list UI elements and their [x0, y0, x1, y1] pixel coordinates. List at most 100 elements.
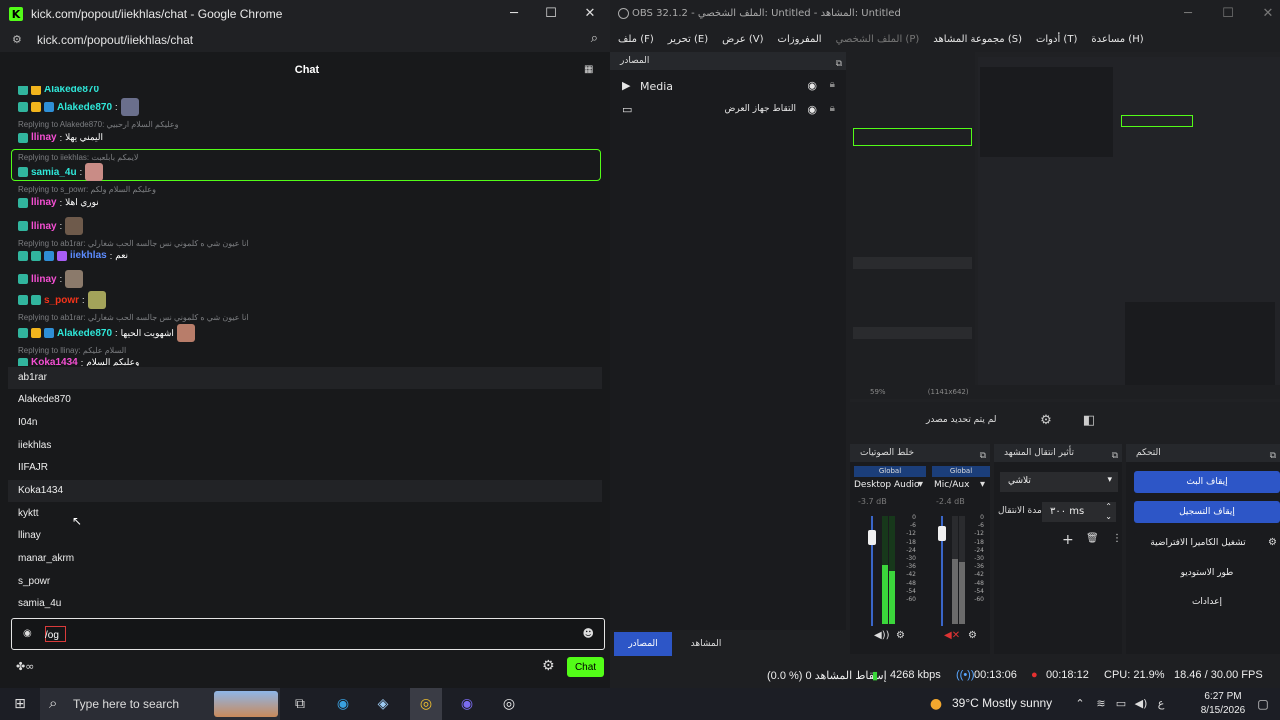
language-indicator[interactable]: ع	[1150, 694, 1172, 714]
obs-icon[interactable]: ◎	[498, 694, 520, 714]
suggestion-item[interactable]: I04n	[8, 412, 602, 434]
tab-sources[interactable]: المصادر	[614, 632, 672, 656]
source-filters-icon[interactable]: ◧	[1078, 411, 1100, 431]
stop-recording-button[interactable]: إيقاف التسجيل	[1134, 501, 1280, 523]
username[interactable]: llinay	[31, 132, 57, 143]
menu-view[interactable]: عرض (V)	[722, 34, 763, 45]
taskbar-search[interactable]: ⌕ Type here to search	[40, 688, 280, 720]
username[interactable]: llinay	[31, 221, 57, 232]
eye-icon[interactable]: ◉	[807, 79, 817, 92]
suggestion-item[interactable]: s_powr	[8, 571, 602, 593]
maximize-icon[interactable]: ☐	[1218, 4, 1238, 24]
url-text[interactable]: kick.com/popout/iiekhlas/chat	[37, 33, 193, 47]
more-options-icon[interactable]: ⋮	[1112, 533, 1122, 544]
username[interactable]: Koka1434	[31, 357, 78, 366]
settings-gear-icon[interactable]: ⚙	[542, 658, 555, 674]
source-settings-gear-icon[interactable]: ⚙	[1035, 411, 1057, 431]
suggestion-item[interactable]: samia_4u	[8, 593, 602, 615]
source-item-media[interactable]: ▶ Media ◉ 🔒︎	[610, 74, 846, 98]
minimize-icon[interactable]: ─	[1178, 4, 1198, 24]
send-chat-button[interactable]: Chat	[567, 657, 604, 677]
menu-help[interactable]: مساعدة (H)	[1091, 34, 1143, 45]
close-icon[interactable]: ✕	[1258, 4, 1278, 24]
wifi-icon[interactable]: ≋	[1090, 694, 1112, 714]
chrome-icon[interactable]: ◎	[415, 694, 437, 714]
undock-icon[interactable]: ⧉	[980, 447, 986, 465]
username[interactable]: iiekhlas	[70, 250, 107, 261]
channel-mic-aux[interactable]: Mic/Aux	[934, 480, 969, 490]
volume-icon[interactable]: ◀)	[1130, 694, 1152, 714]
suggestion-item[interactable]: IIFAJR	[8, 457, 602, 479]
menu-file[interactable]: ملف (F)	[618, 34, 654, 45]
source-item-display-capture[interactable]: ▭ التقاط جهاز العرض ◉ 🔒︎	[610, 98, 846, 122]
studio-mode-button[interactable]: طور الاستوديو	[1134, 562, 1280, 584]
username[interactable]: samia_4u	[31, 167, 77, 178]
username[interactable]: Alakede870	[44, 86, 99, 95]
suggestion-item[interactable]: Alakede870	[8, 389, 602, 411]
username[interactable]: llinay	[31, 274, 57, 285]
username[interactable]: Alakede870	[57, 328, 112, 339]
close-icon[interactable]: ✕	[580, 4, 600, 24]
chevron-down-icon: ▾	[1107, 475, 1112, 485]
add-transition-icon[interactable]: +	[1062, 532, 1074, 548]
chat-menu-icon[interactable]: ▦	[584, 64, 595, 75]
channel-desktop-audio[interactable]: Desktop Audio	[854, 480, 920, 490]
username[interactable]: s_powr	[44, 295, 79, 306]
username[interactable]: Alakede870	[57, 102, 112, 113]
chat-input[interactable]	[45, 626, 565, 644]
suggestion-item[interactable]: Koka1434	[8, 480, 602, 502]
windows-start-icon[interactable]: ⊞	[9, 694, 31, 714]
chevron-down-icon[interactable]: ▾	[980, 479, 985, 490]
eye-icon[interactable]: ◉	[807, 103, 817, 116]
suggestion-item[interactable]: iiekhlas	[8, 435, 602, 457]
menu-tools[interactable]: أدوات (T)	[1036, 34, 1077, 45]
chat-input-box[interactable]: ◉ ☻	[11, 618, 605, 650]
duration-spinbox[interactable]: ٣٠٠ ms ⌃ ⌄	[1042, 502, 1116, 522]
spin-arrows-icon[interactable]: ⌃ ⌄	[1105, 502, 1112, 522]
username[interactable]: llinay	[31, 197, 57, 208]
site-info-icon[interactable]: ⚙	[12, 33, 26, 47]
suggestion-item[interactable]: ab1rar	[8, 367, 602, 389]
task-view-icon[interactable]: ⧉	[289, 694, 311, 714]
menu-docks[interactable]: المفروزات	[778, 34, 822, 45]
fader-knob[interactable]	[868, 530, 876, 545]
chevron-down-icon[interactable]: ▾	[918, 479, 923, 490]
weather-text[interactable]: 39°C Mostly sunny	[952, 696, 1052, 710]
address-bar[interactable]: ⚙ kick.com/popout/iiekhlas/chat ⌕	[0, 28, 610, 52]
maximize-icon[interactable]: ☐	[541, 4, 561, 24]
lock-icon[interactable]: 🔒︎	[830, 103, 835, 114]
menu-edit[interactable]: تحرير (E)	[668, 34, 708, 45]
steam-icon[interactable]: ◈	[372, 694, 394, 714]
minimize-icon[interactable]: ─	[504, 4, 524, 24]
points-icon[interactable]: ✤∞	[16, 660, 34, 673]
notification-icon[interactable]: ▢	[1252, 694, 1274, 714]
emoji-icon[interactable]: ☻	[583, 627, 594, 640]
suggestion-item[interactable]: llinay	[8, 525, 602, 547]
zoom-icon[interactable]: ⌕	[591, 31, 598, 46]
edge-icon[interactable]: ◉	[332, 694, 354, 714]
record-icon[interactable]: ◉	[23, 628, 32, 639]
weather-sun-icon[interactable]: ●	[925, 694, 947, 714]
taskbar-clock[interactable]: 6:27 PM 8/15/2026	[1198, 690, 1248, 718]
tab-scenes[interactable]: المشاهد	[676, 632, 736, 656]
virtual-camera-settings-gear-icon[interactable]: ⚙	[1268, 537, 1277, 548]
signal-bars-icon: ▮	[872, 670, 879, 682]
preview-canvas[interactable]: 59% (1141x642)	[850, 52, 1280, 402]
suggestion-item[interactable]: manar_akrm	[8, 548, 602, 570]
undock-icon[interactable]: ⧉	[1112, 447, 1118, 465]
menu-profile[interactable]: الملف الشخصي (P)	[836, 34, 920, 45]
network-icon[interactable]: ▭	[1110, 694, 1132, 714]
undock-icon[interactable]: ⧉	[1270, 447, 1276, 465]
fader-knob[interactable]	[938, 526, 946, 541]
discord-icon[interactable]: ◉	[456, 694, 478, 714]
trash-icon[interactable]: 🗑︎	[1086, 533, 1099, 544]
lock-icon[interactable]: 🔒︎	[830, 79, 835, 90]
suggestion-item[interactable]: kyktt	[8, 503, 602, 525]
settings-button[interactable]: إعدادات	[1134, 591, 1280, 613]
stop-streaming-button[interactable]: إيقاف البث	[1134, 471, 1280, 493]
start-virtual-camera-button[interactable]: تشغيل الكاميرا الافتراضية	[1134, 532, 1262, 554]
transition-select[interactable]: تلاشي ▾	[1000, 472, 1118, 492]
menu-scene-collection[interactable]: مجموعة المشاهد (S)	[933, 34, 1022, 45]
chevron-up-icon[interactable]: ⌃	[1069, 694, 1091, 714]
undock-icon[interactable]: ⧉	[836, 55, 842, 73]
